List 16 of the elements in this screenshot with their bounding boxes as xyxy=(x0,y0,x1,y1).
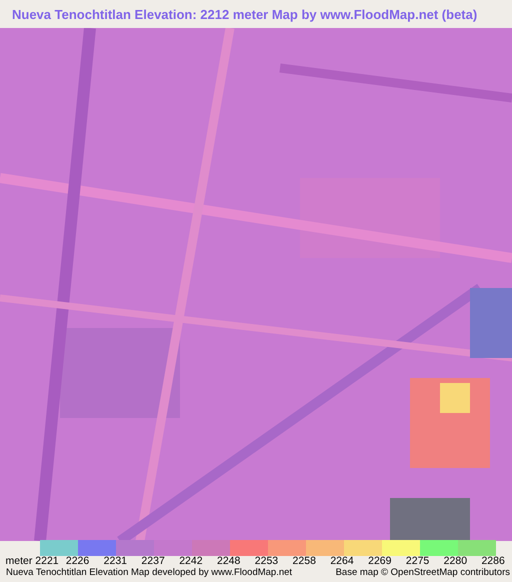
map-title: Nueva Tenochtitlan Elevation: 2212 meter Map by www.FloodMap.net (beta) xyxy=(12,6,478,22)
legend-label: 2258 xyxy=(292,556,317,567)
legend-label: 2280 xyxy=(442,556,468,567)
legend-label: 2237 xyxy=(140,556,166,567)
legend-label: 2264 xyxy=(329,556,355,567)
legend-label: 2226 xyxy=(64,556,90,567)
legend-label: 2269 xyxy=(367,556,392,567)
legend-label: 2286 xyxy=(480,556,506,567)
legend-label: 2231 xyxy=(102,556,128,567)
legend-label: 2253 xyxy=(254,556,280,567)
attribution-text: Base map © OpenStreetMap contributors xyxy=(336,567,510,579)
legend-label: meter 2221 xyxy=(4,556,59,567)
legend-label: 2275 xyxy=(404,556,430,567)
legend-label: 2242 xyxy=(178,556,204,567)
legend-label: 2248 xyxy=(216,556,242,567)
credit-text: Nueva Tenochtitlan Elevation Map developed by www.FloodMap.net xyxy=(6,567,292,579)
